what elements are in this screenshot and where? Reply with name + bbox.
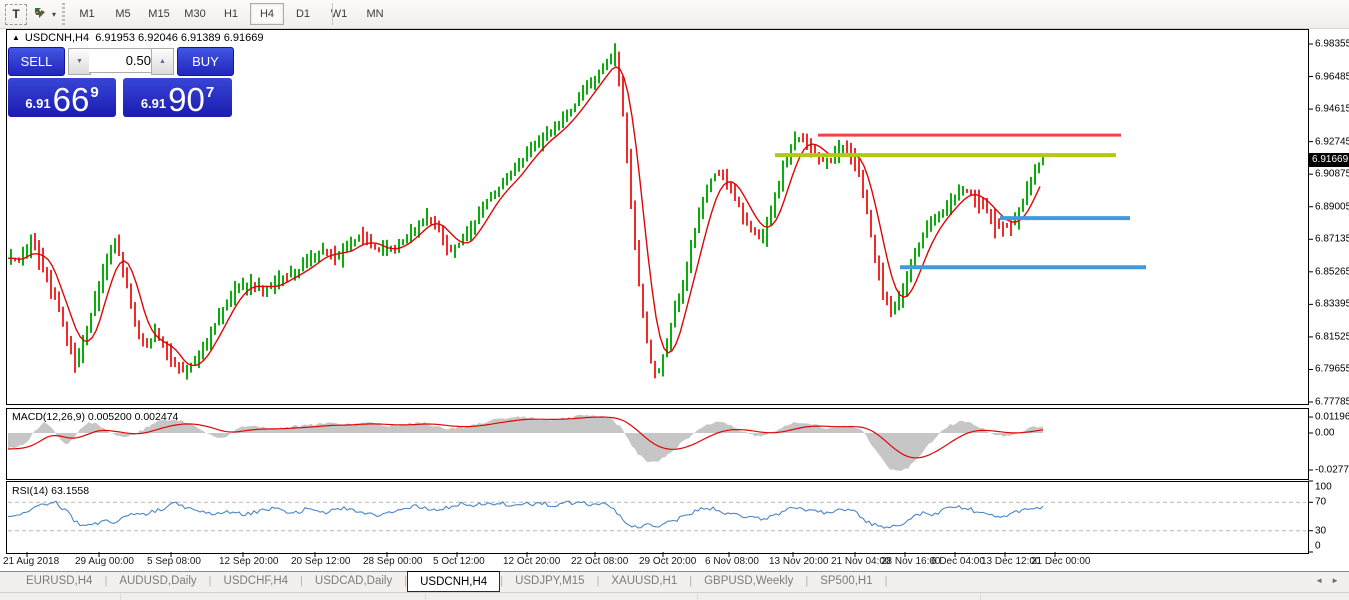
time-axis-label: 12 Oct 20:00 (503, 556, 560, 567)
rsi-name: RSI(14) (12, 485, 48, 497)
time-axis-label: 29 Oct 20:00 (639, 556, 696, 567)
arrow-tools-icon[interactable] (32, 5, 50, 23)
time-axis-label: 6 Nov 08:00 (705, 556, 759, 567)
rsi-axis-label: 0 (1315, 541, 1321, 552)
price-axis-label: 6.90875 (1315, 169, 1349, 180)
buy-price-prefix: 6.91 (141, 96, 166, 111)
timeframe-button-m1[interactable]: M1 (70, 3, 104, 25)
tab-scroll-right-icon[interactable]: ► (1331, 576, 1339, 585)
price-axis-label: 6.85265 (1315, 266, 1349, 277)
time-axis-label: 12 Sep 20:00 (219, 556, 279, 567)
price-axis-label: 6.92745 (1315, 136, 1349, 147)
sell-price-pip-digit: 9 (90, 84, 98, 101)
timeframe-button-h1[interactable]: H1 (214, 3, 248, 25)
price-axis-label: 6.87135 (1315, 234, 1349, 245)
rsi-panel[interactable] (6, 481, 1309, 554)
tab-sp500-h1[interactable]: SP500,H1 (808, 572, 884, 592)
toolbar: T ▾ M1M5M15M30H1H4D1W1MN (0, 0, 1349, 29)
tab-usdchf-h4[interactable]: USDCHF,H4 (212, 572, 301, 592)
price-axis-label: 6.94615 (1315, 104, 1349, 115)
volume-decrement-button[interactable]: ▼ (68, 48, 91, 75)
tab-usdcad-daily[interactable]: USDCAD,Daily (303, 572, 404, 592)
time-axis-label: 29 Aug 00:00 (75, 556, 134, 567)
time-axis-label: 6 Dec 04:00 (931, 556, 985, 567)
status-separator (697, 594, 698, 600)
macd-axis-label: -0.027758 (1315, 465, 1349, 476)
volume-increment-button[interactable]: ▲ (151, 48, 174, 75)
text-label-tool-button[interactable]: T (5, 4, 27, 25)
time-axis-label: 5 Oct 12:00 (433, 556, 485, 567)
rsi-axis-label: 70 (1315, 497, 1326, 508)
price-axis-label: 6.89005 (1315, 201, 1349, 212)
rsi-axis-label: 30 (1315, 525, 1326, 536)
time-axis-label: 13 Nov 20:00 (769, 556, 829, 567)
tab-eurusd-h4[interactable]: EURUSD,H4 (14, 572, 104, 592)
time-axis-label: 22 Oct 08:00 (571, 556, 628, 567)
buy-button[interactable]: BUY (177, 47, 234, 76)
tab-xauusd-h1[interactable]: XAUUSD,H1 (599, 572, 689, 592)
price-axis-label: 6.79655 (1315, 364, 1349, 375)
timeframe-button-m15[interactable]: M15 (142, 3, 176, 25)
price-axis-label: 6.96485 (1315, 71, 1349, 82)
tab-usdjpy-m15[interactable]: USDJPY,M15 (503, 572, 596, 592)
time-axis-label: 5 Sep 08:00 (147, 556, 201, 567)
time-axis-label: 21 Aug 2018 (3, 556, 59, 567)
tab-audusd-daily[interactable]: AUDUSD,Daily (107, 572, 208, 592)
toolbar-grip (62, 3, 65, 25)
ohlc-values: 6.91953 6.92046 6.91389 6.91669 (95, 32, 263, 44)
price-axis-label: 6.77785 (1315, 397, 1349, 408)
rsi-label: RSI(14) 63.1558 (12, 485, 89, 497)
buy-price-display[interactable]: 6.91 90 7 (123, 78, 232, 117)
macd-axis-label: 0.00 (1315, 428, 1334, 439)
timeframe-toolbar: M1M5M15M30H1H4D1W1MN (70, 3, 392, 25)
price-axis-label: 6.83395 (1315, 299, 1349, 310)
macd-axis-label: 0.011968 (1315, 412, 1349, 423)
rsi-axis-label: 100 (1315, 482, 1332, 493)
timeframe-button-m30[interactable]: M30 (178, 3, 212, 25)
timeframe-button-mn[interactable]: MN (358, 3, 392, 25)
symbol-collapse-icon[interactable]: ▲ (12, 33, 20, 42)
sell-price-big-digits: 66 (53, 85, 90, 115)
current-price-tag: 6.91669 (1309, 153, 1349, 167)
tab-scroll-left-icon[interactable]: ◄ (1315, 576, 1323, 585)
macd-panel[interactable] (6, 408, 1309, 480)
tab-usdcnh-h4[interactable]: USDCNH,H4 (407, 571, 500, 592)
timeframe-button-d1[interactable]: D1 (286, 3, 320, 25)
symbol-name: USDCNH,H4 (25, 32, 89, 44)
symbol-ohlc-header: ▲ USDCNH,H4 6.91953 6.92046 6.91389 6.916… (12, 32, 263, 44)
price-axis-label: 6.81525 (1315, 331, 1349, 342)
macd-label: MACD(12,26,9) 0.005200 0.002474 (12, 411, 178, 423)
timeframe-button-m5[interactable]: M5 (106, 3, 140, 25)
timeframe-button-w1[interactable]: W1 (322, 3, 356, 25)
status-separator (980, 594, 981, 600)
buy-price-pip-digit: 7 (206, 84, 214, 101)
sell-price-prefix: 6.91 (25, 96, 50, 111)
status-separator (425, 594, 426, 600)
volume-input[interactable] (89, 48, 157, 73)
buy-price-big-digits: 90 (168, 85, 205, 115)
arrow-tools-dropdown-icon[interactable]: ▾ (52, 10, 56, 19)
status-separator (120, 594, 121, 600)
rsi-value: 63.1558 (51, 485, 89, 497)
sell-price-display[interactable]: 6.91 66 9 (8, 78, 116, 117)
time-axis-label: 20 Sep 12:00 (291, 556, 351, 567)
price-axis-label: 6.98355 (1315, 39, 1349, 50)
timeframe-button-h4[interactable]: H4 (250, 3, 284, 25)
sell-button[interactable]: SELL (8, 47, 65, 76)
macd-name: MACD(12,26,9) (12, 411, 85, 423)
time-axis-label: 21 Dec 00:00 (1031, 556, 1091, 567)
symbol-tab-bar: EURUSD,H4|AUDUSD,Daily|USDCHF,H4|USDCAD,… (0, 571, 1349, 592)
tab-gbpusd-weekly[interactable]: GBPUSD,Weekly (692, 572, 805, 592)
mt4-window: T ▾ M1M5M15M30H1H4D1W1MN ▲ USDCNH,H4 6.91… (0, 0, 1349, 600)
status-bar (0, 592, 1349, 600)
toolbar-separator (332, 3, 333, 25)
macd-values: 0.005200 0.002474 (88, 411, 179, 423)
tab-separator: | (885, 572, 888, 592)
time-axis-label: 28 Sep 00:00 (363, 556, 423, 567)
